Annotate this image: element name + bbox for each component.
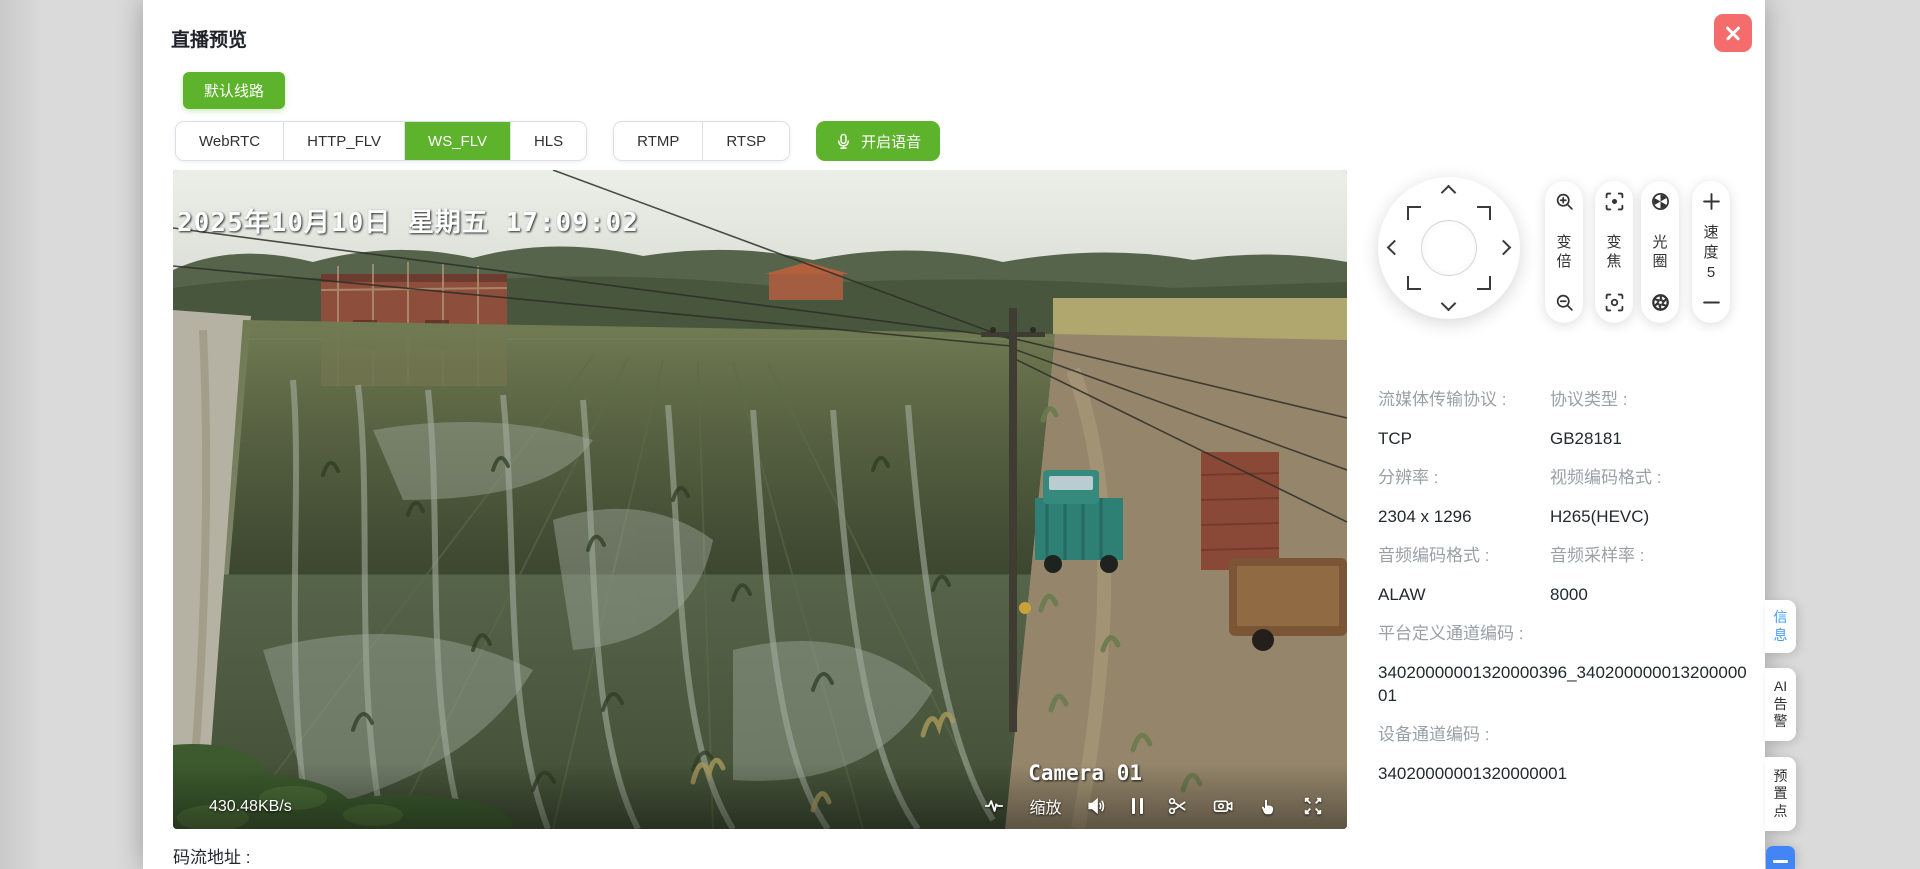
side-tab-ai-alarm[interactable]: AI告警 xyxy=(1765,668,1796,741)
device-channel-code: 34020000001320000001 xyxy=(1378,762,1750,785)
info-value: GB28181 xyxy=(1550,427,1622,450)
info-label: 分辨率 : xyxy=(1378,466,1550,489)
zoom-pill-label: 变倍 xyxy=(1556,233,1572,272)
digital-zoom-button[interactable]: 缩放 xyxy=(1029,794,1061,818)
info-value: TCP xyxy=(1378,427,1550,450)
info-label: 音频编码格式 : xyxy=(1378,544,1550,567)
tab-ws-flv[interactable]: WS_FLV xyxy=(405,122,511,160)
start-voice-label: 开启语音 xyxy=(861,131,921,152)
protocol-tab-group-1: WebRTC HTTP_FLV WS_FLV HLS xyxy=(175,121,587,161)
speed-minus-icon[interactable] xyxy=(1702,293,1721,312)
side-tab-info[interactable]: 信息 xyxy=(1765,600,1796,653)
ptz-up-right-bracket[interactable] xyxy=(1477,206,1491,220)
iris-control-pill: 光圈 xyxy=(1641,181,1679,323)
speed-control-pill: 速度 5 xyxy=(1692,181,1730,323)
ptz-up-arrow[interactable] xyxy=(1441,185,1457,201)
speaker-icon[interactable] xyxy=(1087,796,1107,816)
protocol-tab-bar: WebRTC HTTP_FLV WS_FLV HLS RTMP RTSP 开启语… xyxy=(175,121,940,161)
info-label: 协议类型 : xyxy=(1550,388,1627,411)
zoom-out-icon[interactable] xyxy=(1555,293,1574,312)
protocol-tab-group-2: RTMP RTSP xyxy=(613,121,790,161)
start-voice-button[interactable]: 开启语音 xyxy=(816,121,940,161)
live-preview-modal: 直播预览 默认线路 WebRTC HTTP_FLV WS_FLV HLS RTM… xyxy=(143,0,1765,869)
iris-pill-label: 光圈 xyxy=(1652,233,1668,272)
speed-value: 5 xyxy=(1707,264,1715,281)
speed-pill-label: 速度 xyxy=(1703,223,1719,262)
microphone-icon xyxy=(835,133,852,150)
info-label: 视频编码格式 : xyxy=(1550,466,1661,489)
focus-far-icon[interactable] xyxy=(1605,293,1624,312)
info-value: 2304 x 1296 xyxy=(1378,505,1550,528)
page-title: 直播预览 xyxy=(171,25,247,52)
info-value: ALAW xyxy=(1378,583,1550,606)
tab-webrtc[interactable]: WebRTC xyxy=(176,122,284,160)
video-player: 2025年10月10日 星期五 17:09:02 Camera 01 430.4… xyxy=(173,170,1347,829)
tab-http-flv[interactable]: HTTP_FLV xyxy=(284,122,405,160)
focus-control-pill: 变焦 xyxy=(1595,181,1633,323)
chat-icon xyxy=(1773,860,1788,863)
ptz-up-left-bracket[interactable] xyxy=(1407,206,1421,220)
focus-pill-label: 变焦 xyxy=(1606,233,1622,272)
right-panel: 变倍 变焦 xyxy=(1378,171,1766,861)
tab-rtsp[interactable]: RTSP xyxy=(703,122,789,160)
video-control-bar: 缩放 xyxy=(984,794,1323,818)
pause-icon[interactable] xyxy=(1132,798,1144,814)
ptz-down-arrow[interactable] xyxy=(1441,296,1457,312)
ptz-pad xyxy=(1378,177,1520,319)
iris-close-icon[interactable] xyxy=(1651,192,1670,211)
bitrate-text: 430.48KB/s xyxy=(209,798,292,816)
info-label: 平台定义通道编码 : xyxy=(1378,622,1750,645)
info-label: 设备通道编码 : xyxy=(1378,723,1750,746)
fullscreen-icon[interactable] xyxy=(1303,796,1323,816)
ptz-left-arrow[interactable] xyxy=(1387,240,1403,256)
camera-name-overlay: Camera 01 xyxy=(1028,761,1142,785)
stream-info-panel: 流媒体传输协议 : 协议类型 : TCP GB28181 分辨率 : 视频编码格… xyxy=(1378,388,1766,801)
platform-channel-code: 34020000001320000396_3402000000132000000… xyxy=(1378,661,1750,707)
info-label: 流媒体传输协议 : xyxy=(1378,388,1550,411)
default-line-button[interactable]: 默认线路 xyxy=(183,72,285,109)
iris-open-icon[interactable] xyxy=(1651,293,1670,312)
video-timestamp-overlay: 2025年10月10日 星期五 17:09:02 xyxy=(177,202,639,239)
waveform-icon[interactable] xyxy=(984,796,1004,816)
hand-pointer-icon[interactable] xyxy=(1258,796,1278,816)
info-label: 音频采样率 : xyxy=(1550,544,1644,567)
side-tab-preset[interactable]: 预置点 xyxy=(1765,757,1796,831)
info-value: 8000 xyxy=(1550,583,1588,606)
info-value: H265(HEVC) xyxy=(1550,505,1649,528)
zoom-control-pill: 变倍 xyxy=(1545,181,1583,323)
live-video xyxy=(173,170,1347,829)
stream-address-label: 码流地址 : xyxy=(173,843,250,868)
side-tab-chat[interactable] xyxy=(1766,846,1795,869)
speed-plus-icon[interactable] xyxy=(1702,192,1721,211)
ptz-right-arrow[interactable] xyxy=(1496,240,1512,256)
tab-rtmp[interactable]: RTMP xyxy=(614,122,703,160)
ptz-center-knob[interactable] xyxy=(1421,220,1477,276)
zoom-in-icon[interactable] xyxy=(1555,192,1574,211)
focus-near-icon[interactable] xyxy=(1605,192,1624,211)
scissors-icon[interactable] xyxy=(1168,796,1188,816)
snapshot-icon[interactable] xyxy=(1213,796,1233,816)
ptz-down-left-bracket[interactable] xyxy=(1407,276,1421,290)
tab-hls[interactable]: HLS xyxy=(511,122,586,160)
ptz-down-right-bracket[interactable] xyxy=(1477,276,1491,290)
close-button[interactable] xyxy=(1714,14,1752,52)
